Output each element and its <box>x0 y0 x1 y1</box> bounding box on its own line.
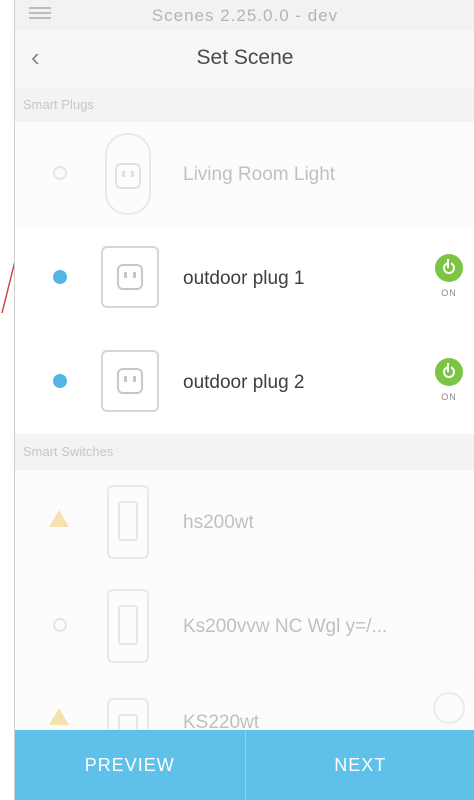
power-toggle[interactable]: ON <box>429 358 469 402</box>
next-button[interactable]: NEXT <box>246 730 474 800</box>
device-name: outdoor plug 2 <box>183 372 305 393</box>
status-bar: Scenes 2.25.0.0 - dev <box>15 0 474 30</box>
device-name: hs200wt <box>183 512 254 533</box>
section-header-smart-switches: Smart Switches <box>15 434 474 470</box>
select-radio-checked[interactable] <box>53 374 67 388</box>
power-toggle[interactable]: ON <box>429 254 469 298</box>
device-name: KS220wt <box>183 712 260 731</box>
bottom-action-bar: PREVIEW NEXT <box>15 730 474 800</box>
switch-device-icon <box>107 485 149 559</box>
page-title: Set Scene <box>196 46 294 69</box>
power-status: ON <box>441 288 457 298</box>
select-radio-checked[interactable] <box>53 270 67 284</box>
switch-device-icon <box>107 698 149 730</box>
device-row-outdoor-plug-1[interactable]: outdoor plug 1 ON <box>15 226 474 331</box>
preview-button[interactable]: PREVIEW <box>15 730 245 800</box>
status-title: Scenes 2.25.0.0 - dev <box>151 6 339 25</box>
power-icon <box>435 254 463 282</box>
device-row-hs200wt[interactable]: hs200wt <box>15 470 474 575</box>
device-row-ks200[interactable]: Ks200vvw NC Wgl y=/... <box>15 574 474 679</box>
app-screen: Scenes 2.25.0.0 - dev ‹ Set Scene Smart … <box>14 0 474 800</box>
plug-device-icon <box>105 133 151 215</box>
power-status: ON <box>441 392 457 402</box>
outdoor-plug-icon <box>101 246 159 308</box>
warning-icon <box>49 510 69 527</box>
nav-bar: ‹ Set Scene <box>15 30 474 89</box>
select-radio[interactable] <box>53 166 67 180</box>
device-name: outdoor plug 1 <box>183 268 305 289</box>
device-name: Ks200vvw NC Wgl y=/... <box>183 616 388 637</box>
select-radio[interactable] <box>53 618 67 632</box>
device-name: Living Room Light <box>183 164 336 185</box>
power-icon <box>435 358 463 386</box>
device-row-ks220wt[interactable]: KS220wt <box>15 678 474 731</box>
power-toggle-off[interactable] <box>433 692 465 724</box>
warning-icon <box>49 708 69 725</box>
device-row-living-room-light[interactable]: Living Room Light <box>15 122 474 227</box>
switch-device-icon <box>107 589 149 663</box>
section-header-smart-plugs: Smart Plugs <box>15 88 474 122</box>
device-row-outdoor-plug-2[interactable]: outdoor plug 2 ON <box>15 330 474 435</box>
outdoor-plug-icon <box>101 350 159 412</box>
